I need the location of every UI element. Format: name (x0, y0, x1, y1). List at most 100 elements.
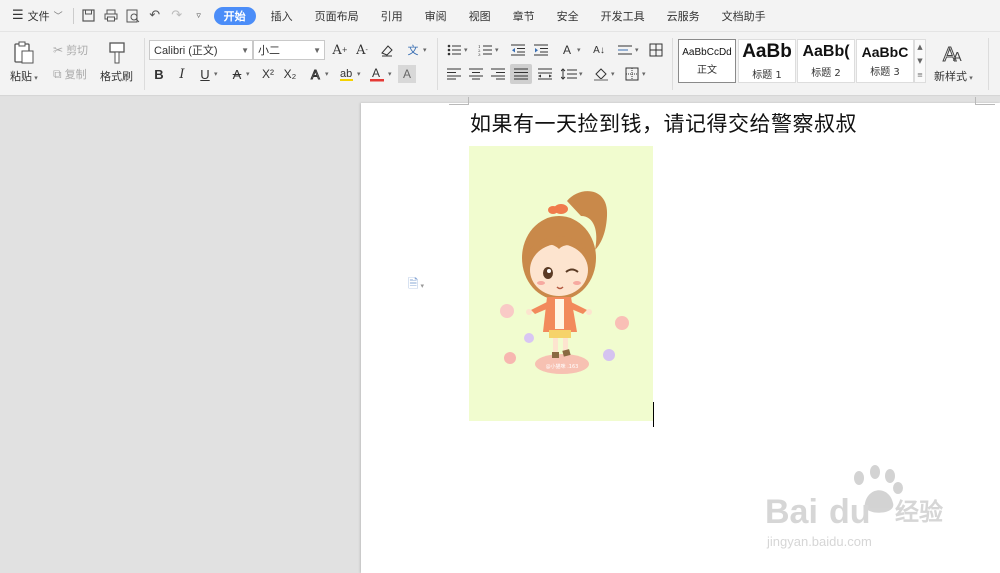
undo-icon[interactable]: ↶ (144, 0, 166, 32)
chevron-down-icon: ▾ (635, 46, 639, 54)
superscript-button[interactable]: X² (257, 64, 279, 84)
chevron-down-icon: ▾ (357, 70, 361, 78)
tab-cloud[interactable]: 云服务 (656, 0, 711, 32)
style-name: 正文 (697, 64, 717, 76)
align-right-icon[interactable] (487, 64, 509, 84)
text-cursor (653, 402, 654, 427)
new-style-icon: AA (940, 40, 966, 66)
paintbrush-icon (104, 40, 130, 66)
italic-button[interactable]: I (171, 64, 193, 84)
style-name: 标题 3 (870, 67, 900, 78)
justify-icon[interactable] (510, 64, 532, 84)
watermark-brand: Bai (765, 493, 818, 531)
copy-icon: ⧉ (53, 66, 62, 81)
font-size-dropdown[interactable]: 小二 ▼ (253, 40, 325, 60)
chevron-down-icon: ▾ (967, 74, 973, 82)
new-style-button[interactable]: AA 新样式 ▾ (934, 40, 973, 84)
style-normal[interactable]: AaBbCcDd 正文 (678, 39, 736, 83)
divider (437, 38, 438, 90)
svg-text:3: 3 (478, 52, 481, 56)
shrink-font-icon[interactable]: A- (351, 40, 373, 60)
format-painter-button[interactable]: 格式刷 (100, 40, 133, 84)
font-color-button[interactable]: A (366, 64, 388, 84)
svg-text:ab: ab (340, 68, 352, 80)
format-painter-label: 格式刷 (100, 70, 133, 83)
chevron-up-icon: ▲ (917, 43, 923, 51)
bold-button[interactable]: B (148, 64, 170, 84)
grow-font-icon[interactable]: A + (329, 40, 351, 60)
print-preview-icon[interactable] (122, 0, 144, 32)
svg-text:A: A (953, 49, 962, 64)
subscript-button[interactable]: X₂ (279, 64, 301, 84)
divider (988, 38, 989, 90)
clear-format-icon[interactable] (376, 40, 398, 60)
cut-label: 剪切 (66, 44, 89, 57)
text-effect-icon[interactable]: A (305, 64, 327, 84)
paragraph-handle[interactable]: 🗎 ▾ (408, 275, 424, 297)
redo-icon[interactable]: ↷ (166, 0, 188, 32)
chevron-down-icon: ▼ (241, 46, 249, 55)
distributed-align-icon[interactable] (534, 64, 556, 84)
save-icon[interactable] (78, 0, 100, 32)
paragraph-icon: 🗎 (408, 277, 419, 292)
align-center-icon[interactable] (465, 64, 487, 84)
divider (72, 7, 74, 24)
bullet-list-icon[interactable] (443, 40, 465, 60)
style-name: 标题 1 (752, 70, 782, 81)
font-name-dropdown[interactable]: Calibri (正文) ▼ (149, 40, 253, 60)
tab-review[interactable]: 审阅 (414, 0, 458, 32)
copy-button[interactable]: ⧉ 复制 (53, 66, 87, 82)
increase-indent-icon[interactable] (530, 40, 552, 60)
chevron-down-icon: ﹀ (53, 12, 63, 22)
line-spacing-icon[interactable] (558, 64, 580, 84)
baidu-paw-logo: Bai du 经验 jingyan.baidu.com (765, 465, 943, 549)
numbered-list-icon[interactable]: 123 (474, 40, 496, 60)
text-direction-icon[interactable]: A (556, 40, 578, 60)
decrease-indent-icon[interactable] (507, 40, 529, 60)
document-heading-text[interactable]: 如果有一天捡到钱，请记得交给警察叔叔 (470, 108, 857, 138)
tab-chapter[interactable]: 章节 (502, 0, 546, 32)
tab-page-layout[interactable]: 页面布局 (304, 0, 370, 32)
print-icon[interactable] (100, 0, 122, 32)
tab-developer[interactable]: 开发工具 (590, 0, 656, 32)
show-hide-marks-icon[interactable] (645, 40, 667, 60)
inserted-picture[interactable]: @小猫咪 .163 (469, 146, 653, 421)
clipboard-icon (11, 40, 37, 66)
paste-button[interactable]: 粘贴 ▾ (10, 40, 38, 84)
style-heading-2[interactable]: AaBb( 标题 2 (797, 39, 855, 83)
underline-button[interactable]: U (194, 64, 216, 84)
tab-insert[interactable]: 插入 (260, 0, 304, 32)
chevron-down-icon: ▾ (579, 70, 583, 78)
tab-view[interactable]: 视图 (458, 0, 502, 32)
chevron-down-icon: ▼ (313, 46, 321, 55)
line-spacing-adjust-icon[interactable] (614, 40, 636, 60)
style-heading-3[interactable]: AaBbC 标题 3 (856, 39, 914, 83)
strikethrough-button[interactable]: A (226, 64, 248, 84)
paste-label: 粘贴 (10, 70, 32, 83)
customize-toolbar-icon[interactable]: ▿ (188, 0, 210, 32)
svg-text:A: A (372, 66, 380, 80)
tab-assistant[interactable]: 文档助手 (711, 0, 777, 32)
svg-text:A: A (311, 67, 320, 81)
borders-icon[interactable] (621, 64, 643, 84)
style-heading-1[interactable]: AaBb 标题 1 (738, 39, 796, 83)
baidu-jingyan-watermark: Bai du 经验 jingyan.baidu.com (765, 458, 965, 558)
tab-security[interactable]: 安全 (546, 0, 590, 32)
character-shading-button[interactable]: A (398, 65, 416, 83)
hamburger-icon: ☰ (12, 8, 24, 23)
style-gallery-scroll[interactable]: ▲ ▼ ≡ (914, 39, 926, 83)
file-menu[interactable]: ☰ 文件 ﹀ (0, 0, 69, 32)
highlight-icon[interactable]: ab (336, 64, 358, 84)
chevron-down-icon: ▾ (388, 70, 392, 78)
shading-icon[interactable] (590, 64, 612, 84)
phonetic-guide-icon[interactable]: 文 (402, 40, 424, 60)
align-left-icon[interactable] (443, 64, 465, 84)
sort-icon[interactable]: A↓ (588, 40, 610, 60)
tab-home[interactable]: 开始 (213, 6, 256, 25)
cut-button[interactable]: ✂ 剪切 (53, 42, 88, 58)
chevron-down-icon: ▾ (32, 74, 38, 82)
ribbon: 粘贴 ▾ ✂ 剪切 ⧉ 复制 格式刷 Calibri (正文) ▼ 小二 ▼ A… (0, 32, 1000, 96)
tab-references[interactable]: 引用 (370, 0, 414, 32)
margin-corner-mark (449, 97, 469, 105)
chevron-down-icon: ▾ (420, 282, 424, 290)
